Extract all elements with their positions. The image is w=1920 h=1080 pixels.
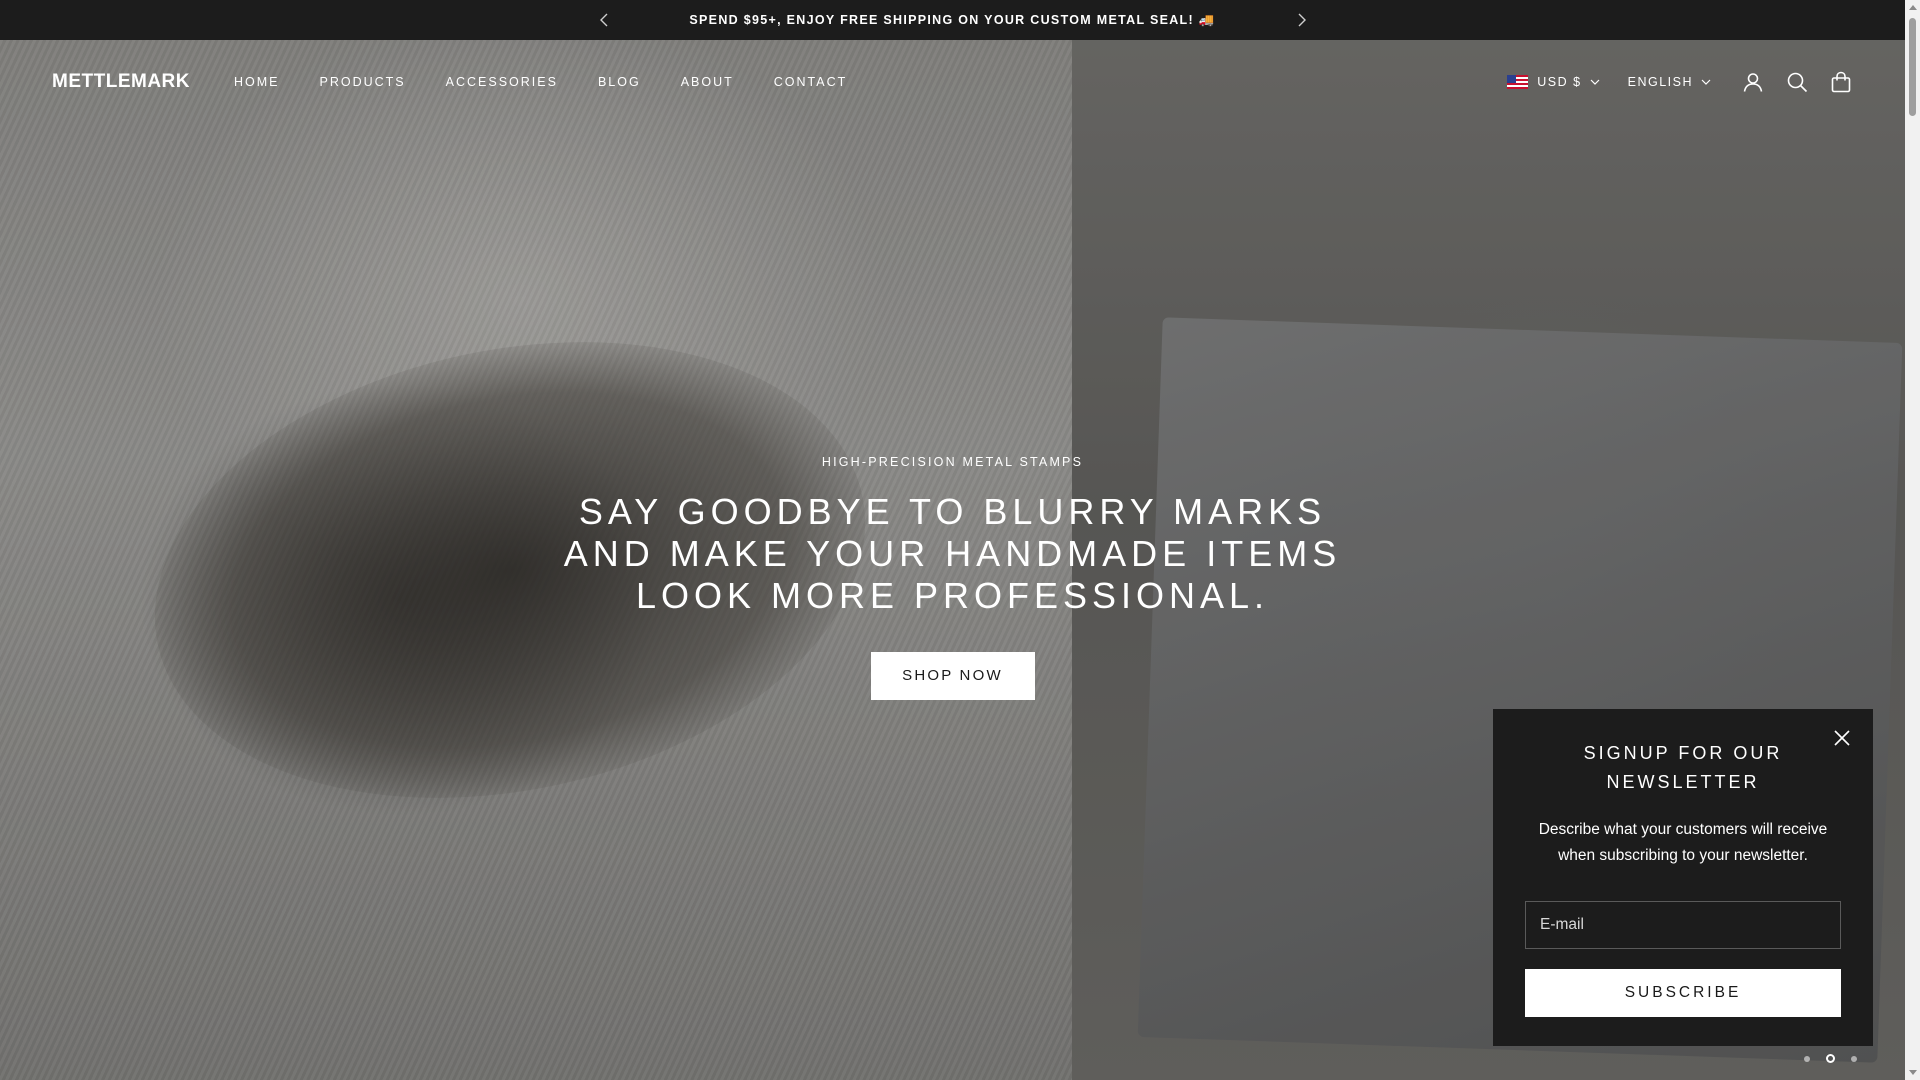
scrollbar-thumb[interactable] (1909, 18, 1916, 116)
currency-label: USD $ (1537, 75, 1582, 89)
main-nav: HOME PRODUCTS ACCESSORIES BLOG ABOUT CON… (234, 75, 847, 89)
site-logo[interactable]: METTLEMARK (52, 71, 190, 93)
us-flag-icon (1507, 75, 1529, 89)
language-selector[interactable]: ENGLISH (1628, 75, 1711, 89)
newsletter-title-line: SIGNUP FOR OUR (1583, 743, 1783, 763)
announcement-text: SPEND $95+, ENJOY FREE SHIPPING ON YOUR … (689, 12, 1216, 27)
close-icon[interactable] (1831, 727, 1853, 749)
hero-headline: SAY GOODBYE TO BLURRY MARKS AND MAKE YOU… (550, 491, 1355, 617)
chevron-left-icon[interactable] (595, 11, 613, 29)
hero-headline-line: AND MAKE YOUR HANDMADE ITEMS (563, 533, 1342, 574)
nav-home[interactable]: HOME (234, 75, 280, 89)
hero-content: HIGH-PRECISION METAL STAMPS SAY GOODBYE … (550, 455, 1355, 700)
hero-headline-line: LOOK MORE PROFESSIONAL. (635, 575, 1270, 616)
currency-selector[interactable]: USD $ (1507, 75, 1600, 89)
hero-eyebrow: HIGH-PRECISION METAL STAMPS (821, 455, 1084, 469)
newsletter-title-line: NEWSLETTER (1606, 772, 1760, 792)
cart-icon[interactable] (1829, 70, 1853, 94)
language-label: ENGLISH (1627, 75, 1693, 89)
slider-dots (1804, 1054, 1857, 1063)
nav-products[interactable]: PRODUCTS (319, 75, 405, 89)
hero-headline-line: SAY GOODBYE TO BLURRY MARKS (578, 491, 1327, 532)
slider-dot[interactable] (1851, 1055, 1857, 1062)
subscribe-button[interactable]: SUBSCRIBE (1525, 969, 1841, 1017)
chevron-right-icon[interactable] (1293, 11, 1311, 29)
chevron-down-icon (1590, 79, 1600, 85)
account-icon[interactable] (1741, 70, 1765, 94)
scroll-up-arrow-icon[interactable] (1909, 5, 1917, 10)
nav-contact[interactable]: CONTACT (774, 75, 848, 89)
newsletter-description: Describe what your customers will receiv… (1538, 821, 1828, 864)
announcement-bar: SPEND $95+, ENJOY FREE SHIPPING ON YOUR … (0, 0, 1905, 40)
shop-now-button[interactable]: SHOP NOW (870, 652, 1035, 700)
site-header: METTLEMARK HOME PRODUCTS ACCESSORIES BLO… (0, 40, 1905, 124)
slider-dot[interactable] (1826, 1054, 1835, 1063)
header-actions: USD $ ENGLISH (1507, 70, 1853, 94)
nav-accessories[interactable]: ACCESSORIES (446, 75, 558, 89)
newsletter-popup: SIGNUP FOR OUR NEWSLETTER Describe what … (1493, 709, 1873, 1046)
search-icon[interactable] (1785, 70, 1809, 94)
chevron-down-icon (1701, 79, 1711, 85)
newsletter-title: SIGNUP FOR OUR NEWSLETTER (1525, 739, 1841, 797)
nav-about[interactable]: ABOUT (681, 75, 734, 89)
nav-blog[interactable]: BLOG (598, 75, 641, 89)
email-field[interactable] (1525, 901, 1841, 949)
scroll-down-arrow-icon[interactable] (1909, 1070, 1917, 1075)
slider-dot[interactable] (1804, 1055, 1810, 1062)
page-scrollbar[interactable] (1905, 0, 1920, 1080)
